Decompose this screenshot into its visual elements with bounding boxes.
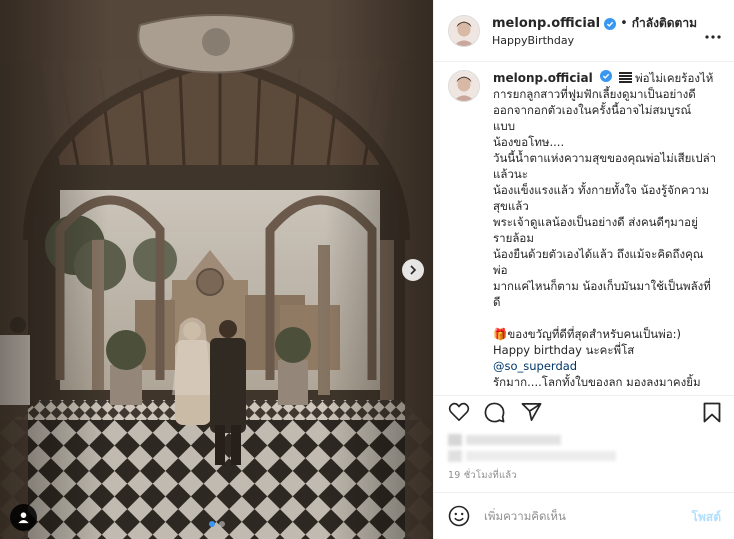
post-sidebar: melonp.official • กำลังติดตาม HappyBirth… [433,0,734,539]
caption-line: ออกจากอกตัวเองในครั้งนี้อาจไม่สมบูรณ์ [493,103,692,117]
caption-line: วันนี้น้ำตาแห่งความสุขของคุณพ่อไม่เสียเป… [493,151,717,165]
likes-text-redacted [448,450,462,462]
caption-line: มากแค่ไหนก็ตาม น้องเก็บมันมาใช้เป็นพลังท… [493,279,711,293]
liker-avatar-redacted [448,434,462,446]
likes-text-redacted [466,435,561,445]
caption-line: น้องยืนด้วยตัวเองได้แล้ว ถึงแม้จะคิดถึงค… [493,247,704,261]
caption-line: รักมาก....โลกทั้งใบของลก มองลงมาคงยิ้ม [493,375,701,389]
comment-icon [484,402,505,423]
emoji-button[interactable] [448,505,470,531]
more-icon [705,35,721,39]
profile-photo [449,16,479,46]
save-button[interactable] [703,402,721,427]
gift-icon: 🎁 [493,327,508,341]
comment-input[interactable] [484,506,674,526]
caption-first-line: melonp.official พ่อไม่เคยร้องไห้ [493,70,723,86]
comments-section[interactable]: melonp.official พ่อไม่เคยร้องไห้ การยกลู… [434,62,734,395]
following-button[interactable]: กำลังติดตาม [632,14,697,33]
chevron-right-icon [410,265,417,275]
flag-icon [619,72,633,83]
caption-username-link[interactable]: melonp.official [493,71,593,85]
username-link[interactable]: melonp.official [492,16,600,31]
like-button[interactable] [448,402,470,426]
profile-photo [449,71,479,101]
comment-button[interactable] [484,402,505,427]
caption-line: การยกลูกสาวที่ฟูมฟักเลี้ยงดูมาเป็นอย่างด… [493,87,696,101]
caption-line: รายล้อม [493,231,534,245]
caption-gift-line: 🎁ของขวัญที่ดีที่สุดสำหรับคนเป็นพ่อ:) [493,326,723,342]
caption-line: แบบ [493,119,516,133]
caption-line: สุขแล้ว [493,199,529,213]
carousel-indicator [0,521,433,527]
share-button[interactable] [521,402,542,426]
avatar[interactable] [448,15,480,47]
carousel-dot [218,521,225,527]
heart-icon [448,402,470,421]
gift-text: ของขวัญที่ดีที่สุดสำหรับคนเป็นพ่อ:) [507,327,681,341]
next-image-button[interactable] [402,259,424,281]
share-icon [521,403,542,421]
mention-link[interactable]: @so_superdad [493,358,723,374]
bookmark-icon [703,402,721,423]
caption-line: ดี [493,295,501,309]
emoji-icon [448,505,470,527]
caption-birthday-line: Happy birthday นะคะพี่โส [493,343,635,357]
location-link[interactable]: HappyBirthday [492,34,574,47]
caption-line: น้องแข็งแรงแล้ว ทั้งกายทั้งใจ น้องรู้จัก… [493,183,710,197]
caption-line: น้องขอโทษ.... [493,135,565,149]
more-options-button[interactable] [705,24,721,43]
separator-dot: • [620,16,628,31]
post-header: melonp.official • กำลังติดตาม HappyBirth… [434,0,734,62]
likes-text-redacted [466,451,616,461]
caption-line: พ่อไม่เคยร้องไห้ [635,71,714,85]
likes-summary-redacted[interactable] [448,430,623,466]
verified-badge-icon [604,17,617,30]
caption-line: พ่อ [493,263,508,277]
post-photo[interactable] [0,0,433,539]
post-timestamp[interactable]: 19 ชั่วโมงที่แล้ว [448,468,517,483]
add-comment-bar: โพสต์ [434,492,734,539]
carousel-dot [208,521,215,527]
wedding-photo [0,0,433,539]
caption-line: พระเจ้าดูแลน้องเป็นอย่างดี ส่งคนดีๆมาอยู… [493,215,698,229]
post-comment-button[interactable]: โพสต์ [692,508,721,527]
caption-line: แล้วนะ [493,167,528,181]
action-bar [434,395,734,429]
post-caption: melonp.official พ่อไม่เคยร้องไห้ การยกลู… [493,70,723,390]
avatar[interactable] [448,70,480,102]
verified-badge-icon [600,70,613,82]
